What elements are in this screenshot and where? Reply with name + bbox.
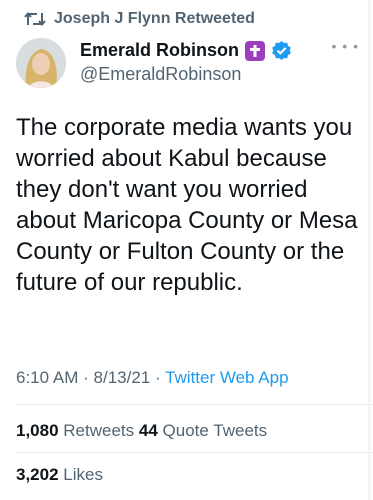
likes-stat[interactable]: 3,202 Likes	[16, 465, 103, 484]
meta-separator-1: ·	[83, 368, 89, 387]
likes-count: 3,202	[16, 465, 59, 484]
avatar-image	[16, 38, 66, 88]
cross-icon	[245, 40, 266, 61]
retweet-header[interactable]: Joseph J Flynn Retweeted	[24, 10, 255, 28]
retweet-label: Joseph J Flynn Retweeted	[54, 10, 255, 27]
tweet-source[interactable]: Twitter Web App	[165, 368, 288, 387]
retweets-label: Retweets	[63, 421, 135, 440]
meta-separator-2: ·	[154, 368, 161, 387]
quote-tweets-count: 44	[138, 421, 158, 440]
tweet-time[interactable]: 6:10 AM	[16, 368, 78, 387]
quote-tweets-label: Quote Tweets	[162, 421, 268, 440]
retweets-stat[interactable]: 1,080 Retweets	[16, 421, 139, 440]
retweet-icon	[24, 10, 46, 28]
likes-stats-row: 3,202 Likes	[16, 465, 103, 485]
more-options-icon[interactable]: • • •	[332, 38, 359, 54]
retweet-stats-row: 1,080 Retweets 44 Quote Tweets	[16, 421, 267, 441]
tweet-text: The corporate media wants you worried ab…	[16, 114, 358, 296]
quote-tweets-stat[interactable]: 44 Quote Tweets	[139, 421, 267, 440]
author-block: Emerald Robinson @EmeraldRobinson	[80, 40, 353, 85]
divider	[16, 404, 373, 405]
author-name[interactable]: Emerald Robinson	[80, 40, 239, 61]
likes-label: Likes	[63, 465, 103, 484]
divider	[16, 452, 373, 453]
scroll-edge	[368, 0, 371, 500]
author-handle[interactable]: @EmeraldRobinson	[80, 64, 353, 85]
tweet-meta: 6:10 AM · 8/13/21 · Twitter Web App	[16, 368, 289, 388]
retweets-count: 1,080	[16, 421, 59, 440]
verified-icon	[271, 40, 292, 61]
avatar[interactable]	[16, 38, 66, 88]
tweet-date[interactable]: 8/13/21	[94, 368, 151, 387]
